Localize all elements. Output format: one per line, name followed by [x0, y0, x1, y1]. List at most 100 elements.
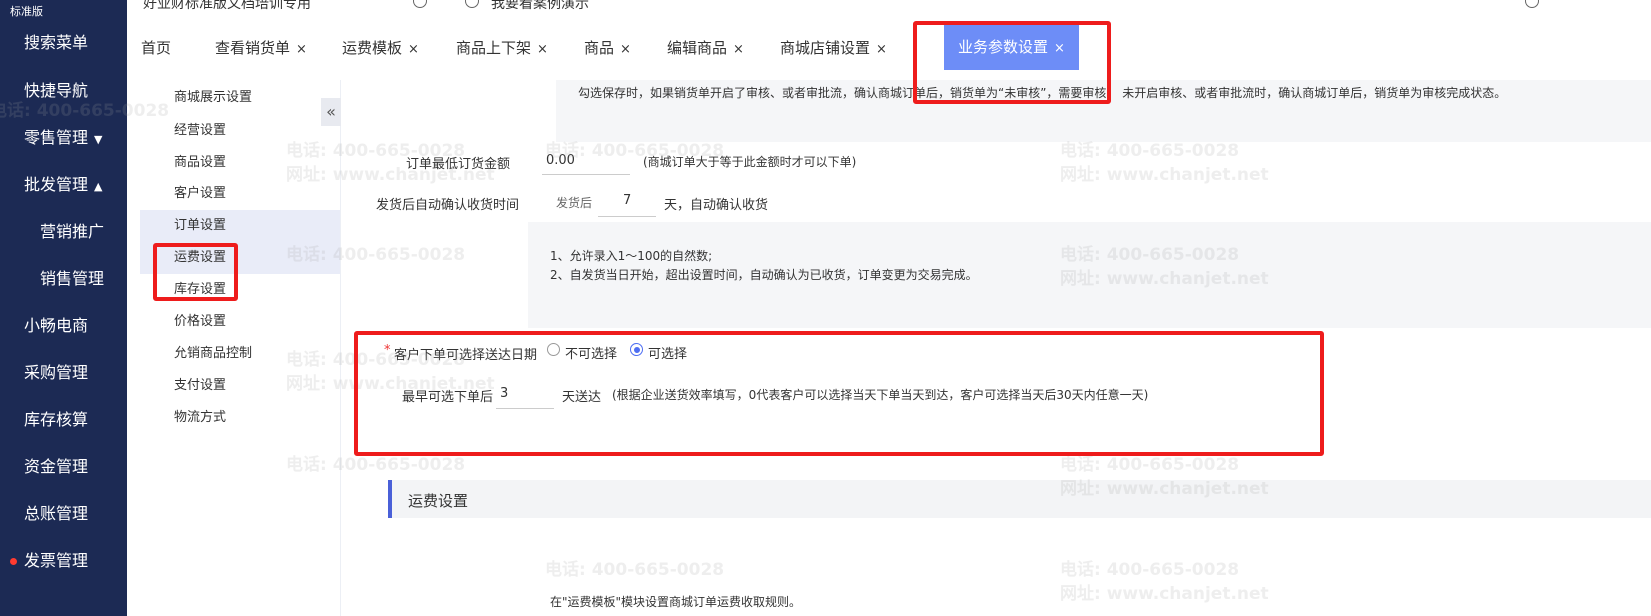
nav-label: 总账管理 — [24, 504, 89, 523]
close-icon[interactable]: × — [876, 42, 887, 57]
sidebar-item-product[interactable]: 商品设置 — [140, 147, 340, 179]
demo-link[interactable]: 我要看案例演示 — [491, 0, 589, 12]
sidebar-item-label: 商城展示设置 — [174, 90, 253, 105]
nav-wholesale[interactable]: 批发管理 ▲ — [0, 163, 127, 207]
min-amount-value: 0.00 — [546, 153, 575, 168]
nav-label: 发票管理 — [24, 551, 89, 570]
sidebar-item-label: 经营设置 — [174, 123, 227, 138]
close-icon[interactable]: × — [408, 42, 419, 57]
edition-badge: 标准版 — [10, 5, 43, 18]
auto-confirm-note-2: 2、自发货当日开始，超出设置时间，自动确认为已收货，订单变更为交易完成。 — [550, 268, 978, 282]
tab-product[interactable]: 商品 × — [584, 22, 631, 74]
required-mark: * — [384, 343, 391, 358]
freight-note: 在"运费模板"模块设置商城订单运费收取规则。 — [550, 595, 802, 609]
sidebar-item-price[interactable]: 价格设置 — [140, 306, 340, 338]
min-amount-input[interactable]: 0.00 — [542, 148, 630, 175]
nav-label: 资金管理 — [24, 457, 89, 476]
sidebar-item-payment[interactable]: 支付设置 — [140, 370, 340, 402]
tab-bar: 首页 查看销货单 × 运费模板 × 商品上下架 × 商品 × 编辑商品 × 商城店铺设置 ×… — [127, 22, 1651, 74]
tab-label: 首页 — [141, 39, 172, 57]
tab-product-shelf[interactable]: 商品上下架 × — [456, 22, 548, 74]
auto-confirm-prefix: 发货后 — [556, 196, 593, 210]
tab-home[interactable]: 首页 — [141, 22, 171, 74]
tab-label: 编辑商品 — [667, 39, 728, 57]
nav-label: 快捷导航 — [24, 81, 89, 100]
sidebar-item-label: 支付设置 — [174, 378, 227, 393]
tab-label: 商品上下架 — [456, 39, 532, 57]
sidebar-item-operation[interactable]: 经营设置 — [140, 115, 340, 147]
earliest-days-hint: (根据企业送货效率填写，0代表客户可以选择当天下单当天到达，客户可选择当天后30… — [612, 388, 1149, 402]
nav-label: 搜索菜单 — [24, 33, 89, 52]
close-icon[interactable]: × — [620, 42, 631, 57]
section-accent-bar — [388, 480, 392, 518]
sidebar-item-order[interactable]: 订单设置 — [140, 210, 340, 242]
radio-not-selectable[interactable] — [547, 343, 560, 356]
main-content: 勾选保存时，如果销货单开启了审核、或者审批流，确认商城订单后，销货单为“未审核”… — [342, 80, 1651, 616]
demo-icon[interactable] — [465, 0, 479, 8]
nav-search-menu[interactable]: 搜索菜单 — [0, 21, 127, 65]
nav-inventory[interactable]: 库存核算 — [0, 398, 127, 442]
settings-sidebar: 商城展示设置 经营设置 商品设置 客户设置 订单设置 运费设置 库存设置 价格设… — [140, 80, 341, 616]
nav-invoice[interactable]: 发票管理 — [0, 539, 127, 583]
nav-retail[interactable]: 零售管理 ▼ — [0, 116, 127, 160]
freight-section-header: 运费设置 — [388, 480, 1651, 518]
tab-view-sales-doc[interactable]: 查看销货单 × — [215, 22, 307, 74]
sidebar-item-mall-display[interactable]: 商城展示设置 — [140, 82, 340, 114]
notification-dot-icon — [10, 558, 17, 565]
top-strip: 好业财标准版文档培训专用 我要看案例演示 — [127, 0, 1651, 12]
close-icon[interactable]: × — [1054, 41, 1065, 56]
left-nav: 标准版 搜索菜单 快捷导航 零售管理 ▼ 批发管理 ▲ 营销推广 销售管理 小畅电商… — [0, 0, 127, 616]
earliest-days-input[interactable]: 3 — [496, 380, 554, 409]
nav-label: 批发管理 — [24, 175, 89, 194]
sidebar-item-freight[interactable]: 运费设置 — [140, 242, 340, 274]
tab-label: 商品 — [584, 39, 615, 57]
collapse-sidebar-icon[interactable]: « — [321, 98, 341, 126]
settings-icon[interactable] — [413, 0, 427, 8]
sidebar-item-allowed-products[interactable]: 允销商品控制 — [140, 338, 340, 370]
nav-label: 库存核算 — [24, 410, 89, 429]
min-amount-hint: (商城订单大于等于此金额时才可以下单) — [643, 155, 857, 169]
sidebar-item-label: 订单设置 — [174, 218, 227, 233]
sidebar-item-label: 库存设置 — [174, 282, 227, 297]
nav-label: 小畅电商 — [24, 316, 89, 335]
tab-business-params[interactable]: 业务参数设置 × — [944, 24, 1079, 70]
nav-funds[interactable]: 资金管理 — [0, 445, 127, 489]
nav-sales[interactable]: 销售管理 — [0, 257, 127, 301]
close-icon[interactable]: × — [296, 42, 307, 57]
freight-section-title: 运费设置 — [408, 492, 469, 510]
nav-purchase[interactable]: 采购管理 — [0, 351, 127, 395]
sidebar-item-label: 物流方式 — [174, 410, 227, 425]
radio-not-selectable-label[interactable]: 不可选择 — [565, 343, 617, 362]
tab-edit-product[interactable]: 编辑商品 × — [667, 22, 744, 74]
sidebar-item-label: 客户设置 — [174, 186, 227, 201]
message-icon[interactable] — [1525, 0, 1539, 8]
auto-confirm-note-1: 1、允许录入1～100的自然数; — [550, 249, 713, 263]
nav-quick-nav[interactable]: 快捷导航 — [0, 69, 127, 113]
nav-marketing[interactable]: 营销推广 — [0, 210, 127, 254]
min-amount-label: 订单最低订货金额 — [406, 157, 511, 172]
chevron-down-icon: ▼ — [94, 133, 103, 146]
sidebar-item-label: 商品设置 — [174, 155, 227, 170]
close-icon[interactable]: × — [733, 42, 744, 57]
nav-label: 零售管理 — [24, 128, 89, 147]
tab-freight-template[interactable]: 运费模板 × — [342, 22, 419, 74]
sidebar-item-stock[interactable]: 库存设置 — [140, 274, 340, 306]
radio-selectable[interactable] — [630, 343, 643, 356]
sidebar-item-label: 运费设置 — [174, 250, 227, 265]
nav-ecommerce[interactable]: 小畅电商 — [0, 304, 127, 348]
auto-confirm-days-input[interactable]: 7 — [598, 188, 656, 217]
chevron-up-icon: ▲ — [94, 180, 103, 193]
org-selector[interactable]: 好业财标准版文档培训专用 — [143, 0, 311, 12]
auto-confirm-days-value: 7 — [623, 193, 632, 208]
nav-ledger[interactable]: 总账管理 — [0, 492, 127, 536]
sidebar-item-logistics[interactable]: 物流方式 — [140, 402, 340, 434]
nav-label: 销售管理 — [40, 269, 105, 288]
earliest-days-label: 最早可选下单后 — [402, 390, 494, 405]
nav-label: 采购管理 — [24, 363, 89, 382]
close-icon[interactable]: × — [537, 42, 548, 57]
radio-selectable-label[interactable]: 可选择 — [648, 343, 687, 362]
auto-confirm-suffix: 天，自动确认收货 — [664, 198, 769, 213]
sidebar-item-customer[interactable]: 客户设置 — [140, 178, 340, 210]
tab-label: 查看销货单 — [215, 39, 291, 57]
tab-mall-shop-settings[interactable]: 商城店铺设置 × — [780, 22, 887, 74]
